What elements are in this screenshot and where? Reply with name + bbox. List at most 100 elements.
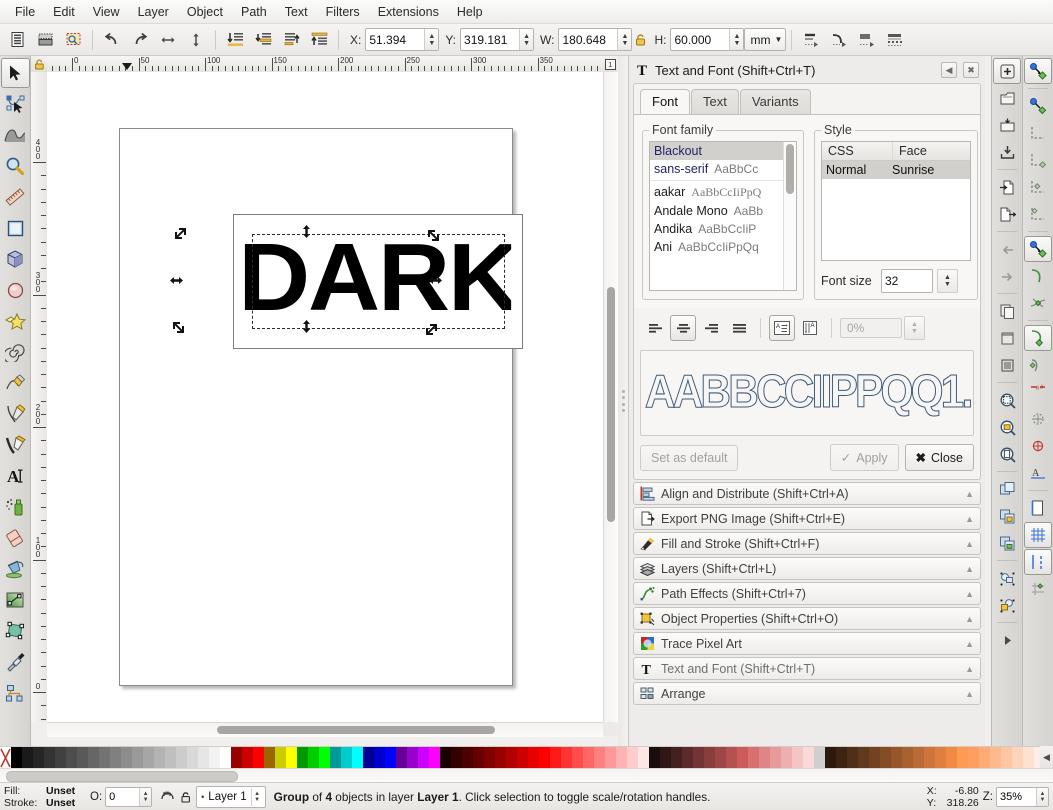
- zoom-tool[interactable]: [1, 151, 30, 181]
- chevron-up-icon[interactable]: ▲: [965, 589, 974, 599]
- color-swatch[interactable]: [990, 747, 1001, 769]
- color-swatch[interactable]: [781, 747, 792, 769]
- connector-tool[interactable]: [1, 678, 30, 708]
- color-swatch[interactable]: [517, 747, 528, 769]
- spinner-arrows[interactable]: ▲ ▼: [729, 29, 744, 50]
- guide-toggle-icon[interactable]: 1: [603, 56, 617, 73]
- color-swatch[interactable]: [583, 747, 594, 769]
- paste-icon[interactable]: [993, 325, 1021, 351]
- text-tool[interactable]: A: [1, 461, 30, 491]
- color-swatch[interactable]: [605, 747, 616, 769]
- color-swatch[interactable]: [726, 747, 737, 769]
- pencil-tool[interactable]: [1, 368, 30, 398]
- ungroup-icon[interactable]: [993, 592, 1021, 618]
- dock-panel-export-png-image[interactable]: Export PNG Image (Shift+Ctrl+E) ▲: [633, 507, 981, 530]
- snap-paths-icon[interactable]: [1024, 263, 1052, 289]
- import-icon[interactable]: [993, 174, 1021, 200]
- bucket-tool[interactable]: [1, 554, 30, 584]
- snap-bbox-edge-icon[interactable]: [1024, 120, 1052, 146]
- text-vertical-icon[interactable]: A: [797, 315, 823, 341]
- vertical-ruler[interactable]: 400 300 200 100 0: [31, 72, 48, 722]
- color-swatch[interactable]: [627, 747, 638, 769]
- snap-to-cusp-node-icon[interactable]: [1024, 325, 1052, 351]
- layer-spinner-arrows[interactable]: ▲ ▼: [250, 787, 263, 806]
- color-swatch[interactable]: [231, 747, 242, 769]
- color-swatch[interactable]: [363, 747, 374, 769]
- eraser-tool[interactable]: [1, 523, 30, 553]
- align-left-icon[interactable]: [642, 315, 668, 341]
- color-swatch[interactable]: [484, 747, 495, 769]
- color-swatch[interactable]: [770, 747, 781, 769]
- zoom-page-icon[interactable]: [993, 441, 1021, 467]
- dock-panel-object-properties[interactable]: Object Properties (Shift+Ctrl+O) ▲: [633, 607, 981, 630]
- menu-view[interactable]: View: [84, 2, 129, 22]
- undo-icon[interactable]: [993, 236, 1021, 262]
- color-swatch[interactable]: [11, 747, 22, 769]
- dropper-tool[interactable]: [1, 647, 30, 677]
- zoom-control[interactable]: Z: ▲▼: [983, 786, 1049, 807]
- undo-icon[interactable]: [98, 26, 126, 54]
- color-swatch[interactable]: [594, 747, 605, 769]
- pen-tool[interactable]: [1, 399, 30, 429]
- list-item[interactable]: Andika AaBbCcIiP: [650, 220, 796, 238]
- spinner-arrows[interactable]: ▲ ▼: [1036, 787, 1048, 806]
- rectangle-tool[interactable]: [1, 213, 30, 243]
- w-spinner[interactable]: ▲▼: [558, 28, 633, 51]
- color-swatch[interactable]: [572, 747, 583, 769]
- overflow-arrow-icon[interactable]: [993, 627, 1021, 653]
- units-select[interactable]: mm ▼: [744, 28, 787, 51]
- color-swatch[interactable]: [297, 747, 308, 769]
- color-swatch[interactable]: [352, 747, 363, 769]
- opacity-input[interactable]: [106, 787, 140, 806]
- spinner-arrows[interactable]: ▲ ▼: [139, 787, 152, 806]
- scale-handle-bottom-right[interactable]: [426, 322, 439, 335]
- color-swatch[interactable]: [451, 747, 462, 769]
- xml-editor-icon[interactable]: [3, 26, 31, 54]
- color-swatch[interactable]: [99, 747, 110, 769]
- menu-file[interactable]: File: [6, 2, 44, 22]
- clone-icon[interactable]: [993, 503, 1021, 529]
- scale-stroke-icon[interactable]: [797, 26, 825, 54]
- chevron-up-icon[interactable]: ▲: [965, 564, 974, 574]
- color-swatch[interactable]: [44, 747, 55, 769]
- snap-midpoint-icon[interactable]: # #: [1024, 379, 1052, 405]
- horizontal-ruler[interactable]: -50050100150200250300350: [47, 56, 617, 73]
- dock-resize-grip[interactable]: [618, 56, 628, 746]
- tab-variants[interactable]: Variants: [739, 89, 811, 114]
- color-swatch[interactable]: [132, 747, 143, 769]
- color-swatch[interactable]: [869, 747, 880, 769]
- color-swatch[interactable]: [748, 747, 759, 769]
- color-swatch[interactable]: [55, 747, 66, 769]
- mesh-tool[interactable]: [1, 616, 30, 646]
- color-swatch[interactable]: [924, 747, 935, 769]
- color-swatch[interactable]: [330, 747, 341, 769]
- color-swatch[interactable]: [187, 747, 198, 769]
- font-size-spinner[interactable]: [881, 269, 933, 293]
- apply-button[interactable]: ✓ Apply: [829, 444, 899, 471]
- scale-handle-middle-right[interactable]: [429, 274, 442, 287]
- menu-text[interactable]: Text: [276, 2, 317, 22]
- scale-handle-top-right[interactable]: [426, 228, 439, 241]
- font-family-list[interactable]: Blackout AABBCCII sans-serif AaBbCc aaka…: [649, 141, 797, 291]
- node-tool[interactable]: [1, 89, 30, 119]
- zoom-input[interactable]: [997, 787, 1036, 806]
- letter-spacing-input[interactable]: 0%: [840, 318, 902, 338]
- color-swatch[interactable]: [957, 747, 968, 769]
- snap-object-center-icon[interactable]: [1024, 406, 1052, 432]
- dock-panel-arrange[interactable]: Arrange ▲: [633, 682, 981, 705]
- color-swatch[interactable]: [121, 747, 132, 769]
- menu-filters[interactable]: Filters: [317, 2, 369, 22]
- measure-tool[interactable]: [1, 182, 30, 212]
- color-swatch[interactable]: [737, 747, 748, 769]
- color-swatch[interactable]: [286, 747, 297, 769]
- redo-icon[interactable]: [126, 26, 154, 54]
- color-swatch[interactable]: [407, 747, 418, 769]
- color-swatch[interactable]: [143, 747, 154, 769]
- canvas[interactable]: DARK: [47, 72, 603, 722]
- color-swatch[interactable]: [550, 747, 561, 769]
- color-swatch[interactable]: [396, 747, 407, 769]
- spinner-arrows[interactable]: ▲ ▼: [424, 29, 439, 50]
- spinner-arrows[interactable]: ▲ ▼: [519, 29, 534, 50]
- box3d-tool[interactable]: [1, 244, 30, 274]
- chevron-up-icon[interactable]: ▲: [965, 614, 974, 624]
